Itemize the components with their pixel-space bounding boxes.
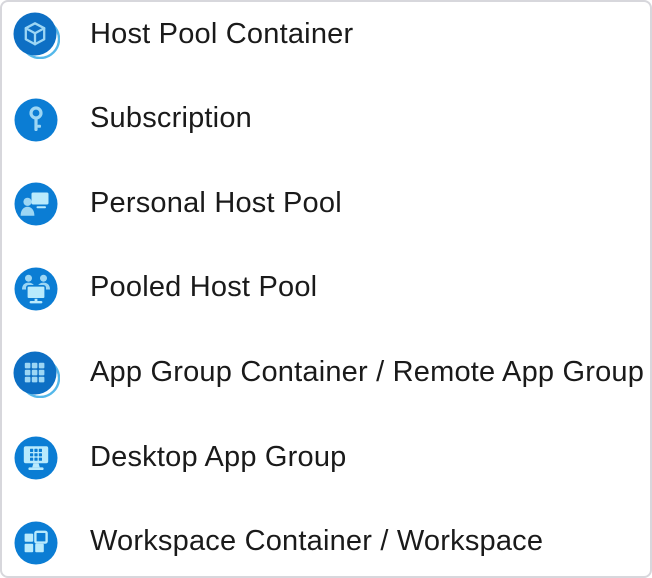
legend-item-pooled-host-pool: Pooled Host Pool — [12, 264, 642, 314]
legend-label: Subscription — [90, 104, 252, 135]
workspace-icon — [12, 519, 60, 567]
host-pool-container-icon — [12, 11, 60, 59]
legend-item-app-group-container: App Group Container / Remote App Group — [12, 349, 642, 399]
legend-label: Pooled Host Pool — [90, 273, 317, 304]
legend-item-personal-host-pool: Personal Host Pool — [12, 179, 642, 229]
app-group-container-icon — [12, 350, 60, 398]
legend-item-workspace: Workspace Container / Workspace — [12, 518, 642, 568]
legend-label: Desktop App Group — [90, 443, 347, 474]
legend-label: Host Pool Container — [90, 20, 353, 51]
legend-item-desktop-app-group: Desktop App Group — [12, 433, 642, 483]
legend-label: Workspace Container / Workspace — [90, 527, 543, 558]
personal-host-pool-icon — [12, 180, 60, 228]
legend-panel: Host Pool Container Subscription Persona… — [0, 0, 652, 578]
legend-item-host-pool-container: Host Pool Container — [12, 10, 642, 60]
legend-label: Personal Host Pool — [90, 189, 342, 220]
subscription-key-icon — [12, 96, 60, 144]
pooled-host-pool-icon — [12, 265, 60, 313]
legend-label: App Group Container / Remote App Group — [90, 358, 644, 389]
legend-item-subscription: Subscription — [12, 95, 642, 145]
desktop-app-group-icon — [12, 434, 60, 482]
